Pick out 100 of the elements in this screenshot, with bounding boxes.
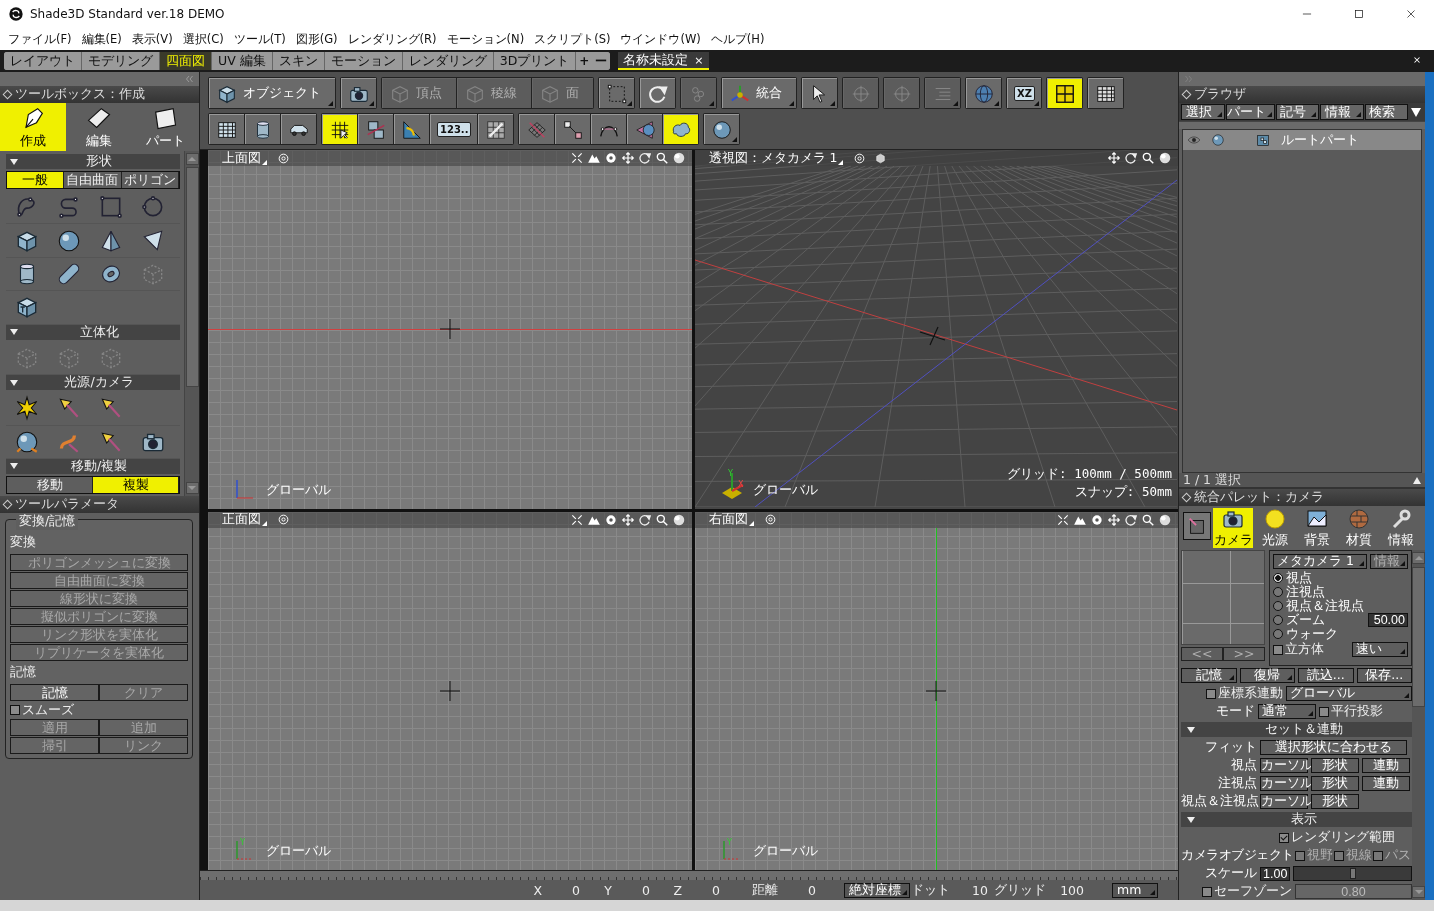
target-icon[interactable] (853, 151, 867, 165)
action-button[interactable]: 連動 (1362, 776, 1410, 791)
menu-item[interactable]: スクリプト(S) (530, 29, 615, 49)
shaded-sphere-icon[interactable] (1158, 512, 1172, 527)
gear-icon[interactable] (603, 512, 618, 527)
menu-item[interactable]: ファイル(F) (4, 29, 76, 49)
menu-item[interactable]: モーション(N) (442, 29, 529, 49)
eye-icon[interactable] (1187, 133, 1201, 147)
mode-tab[interactable]: 作成 (0, 103, 66, 151)
tab-action-button[interactable]: ー (592, 52, 611, 70)
link-button[interactable] (1183, 512, 1211, 540)
toolbar-button[interactable] (209, 114, 244, 144)
target-icon[interactable] (277, 513, 290, 526)
viewport-title[interactable]: 右面図 (708, 511, 756, 528)
toolbar-button[interactable] (322, 114, 357, 144)
toolbar-button[interactable] (358, 114, 393, 144)
rotate-arrow-icon[interactable] (637, 512, 652, 527)
target-icon[interactable] (763, 513, 777, 526)
toolbar-button[interactable] (245, 114, 280, 144)
section-header[interactable]: 表示 (1181, 812, 1412, 827)
search-icon[interactable] (1141, 151, 1155, 165)
palette-tab[interactable]: 材質 (1339, 508, 1379, 548)
toolbar-button[interactable] (704, 114, 740, 144)
menu-item[interactable]: ウインドウ(W) (616, 29, 705, 49)
mode-tab[interactable]: 編集 (66, 103, 132, 151)
mode-tab[interactable]: パート (132, 103, 198, 151)
shaded-sphere-icon[interactable] (1158, 151, 1172, 165)
memory-button[interactable]: 記憶 (1181, 668, 1237, 683)
sphere-icon[interactable] (1211, 133, 1225, 147)
menu-item[interactable]: 表示(V) (127, 29, 177, 49)
workspace-tab[interactable]: レイアウト (4, 52, 82, 70)
browser-tab[interactable]: 記号 (1275, 104, 1319, 120)
radio-button[interactable]: 視点＆注視点 (1273, 599, 1364, 613)
action-button[interactable]: 形状 (1311, 794, 1359, 809)
palette-tab[interactable]: 背景 (1297, 508, 1337, 548)
toolbar-button[interactable] (591, 114, 627, 144)
palette-tab[interactable]: 光源 (1255, 508, 1295, 548)
sub-tab[interactable]: ポリゴン (121, 172, 179, 188)
pan-arrows-icon[interactable] (620, 151, 635, 165)
close-tab-button[interactable]: × (694, 53, 704, 67)
search-icon[interactable] (654, 512, 669, 527)
memory-button[interactable]: 読込... (1298, 668, 1354, 683)
toolbar-button[interactable]: XZ (1007, 78, 1041, 108)
pan-arrows-icon[interactable] (1107, 512, 1121, 527)
radio-button[interactable]: 注視点 (1273, 585, 1325, 599)
toolbar-button[interactable] (478, 114, 514, 144)
menu-item[interactable]: ツール(T) (229, 29, 290, 49)
action-button[interactable]: 選択形状に合わせる (1260, 740, 1407, 755)
action-button[interactable]: 形状 (1311, 758, 1359, 773)
parallel-projection-checkbox[interactable]: 平行投影 (1319, 703, 1383, 720)
action-button[interactable]: 形状 (1311, 776, 1359, 791)
coordinate-link-checkbox[interactable]: 座標系連動 (1206, 685, 1283, 702)
sub-tab[interactable]: 複製 (93, 476, 179, 493)
viewport-title[interactable]: 上面図 (222, 150, 269, 167)
toolbar-button[interactable] (627, 114, 663, 144)
speed-dropdown[interactable]: 速い (1352, 642, 1408, 657)
toolbar-button[interactable] (394, 114, 429, 144)
shaded-sphere-icon[interactable] (671, 151, 686, 165)
scrollbar[interactable] (184, 151, 199, 496)
coordinate-dropdown[interactable]: グローバル (1286, 686, 1412, 701)
object-list-item[interactable]: ルートパート (1183, 130, 1421, 150)
slider-thumb[interactable] (1349, 868, 1356, 879)
browser-tab[interactable]: 検索 (1364, 104, 1408, 120)
search-icon[interactable] (1141, 512, 1155, 527)
toolbar-button[interactable] (555, 114, 591, 144)
browser-tab[interactable]: 情報 (1320, 104, 1364, 120)
radio-button[interactable]: ウォーク (1273, 627, 1338, 641)
radio-button[interactable]: 視点 (1273, 571, 1312, 585)
browser-tab[interactable]: パート (1225, 104, 1275, 120)
toolbar-button[interactable] (1088, 78, 1123, 108)
menu-item[interactable]: ヘルプ(H) (706, 29, 769, 49)
rotate-arrow-icon[interactable] (637, 151, 652, 165)
radio-button[interactable]: ズーム (1273, 613, 1325, 627)
gear-icon[interactable] (603, 151, 618, 165)
rotate-arrow-icon[interactable] (1124, 512, 1138, 527)
workspace-tab[interactable]: 四面図 (160, 52, 212, 70)
coordinate-mode-dropdown[interactable]: 絶対座標 (844, 882, 910, 898)
toolbar-button[interactable] (341, 78, 376, 108)
fit-arrows-icon[interactable] (569, 512, 584, 527)
toolbar-button[interactable] (663, 114, 699, 144)
toolbar-button[interactable] (281, 114, 316, 144)
action-button[interactable]: 連動 (1362, 758, 1410, 773)
parameter-button[interactable]: 記憶 (10, 684, 99, 701)
rotate-arrow-icon[interactable] (1124, 151, 1138, 165)
menu-item[interactable]: 図形(G) (291, 29, 342, 49)
toolbar-button[interactable] (1047, 78, 1082, 108)
scale-field[interactable]: 1.00 (1260, 866, 1290, 881)
section-header[interactable]: セット＆連動 (1181, 722, 1412, 737)
palette-tab[interactable]: 情報 (1381, 508, 1421, 548)
pan-arrows-icon[interactable] (1107, 151, 1121, 165)
section-header[interactable]: 形状 (6, 154, 180, 169)
camera-preview[interactable] (1181, 550, 1265, 645)
cube-checkbox[interactable]: 立方体 (1273, 641, 1324, 658)
pan-arrows-icon[interactable] (620, 512, 635, 527)
document-tab[interactable]: 名称未設定 × (618, 52, 709, 70)
shaded-sphere-icon[interactable] (671, 512, 686, 527)
browser-tab[interactable]: 選択 (1181, 104, 1225, 120)
toolbar-button[interactable]: オブジェクト (209, 78, 335, 108)
menu-item[interactable]: レンダリング(R) (343, 29, 441, 49)
gear-icon[interactable] (1090, 512, 1104, 527)
